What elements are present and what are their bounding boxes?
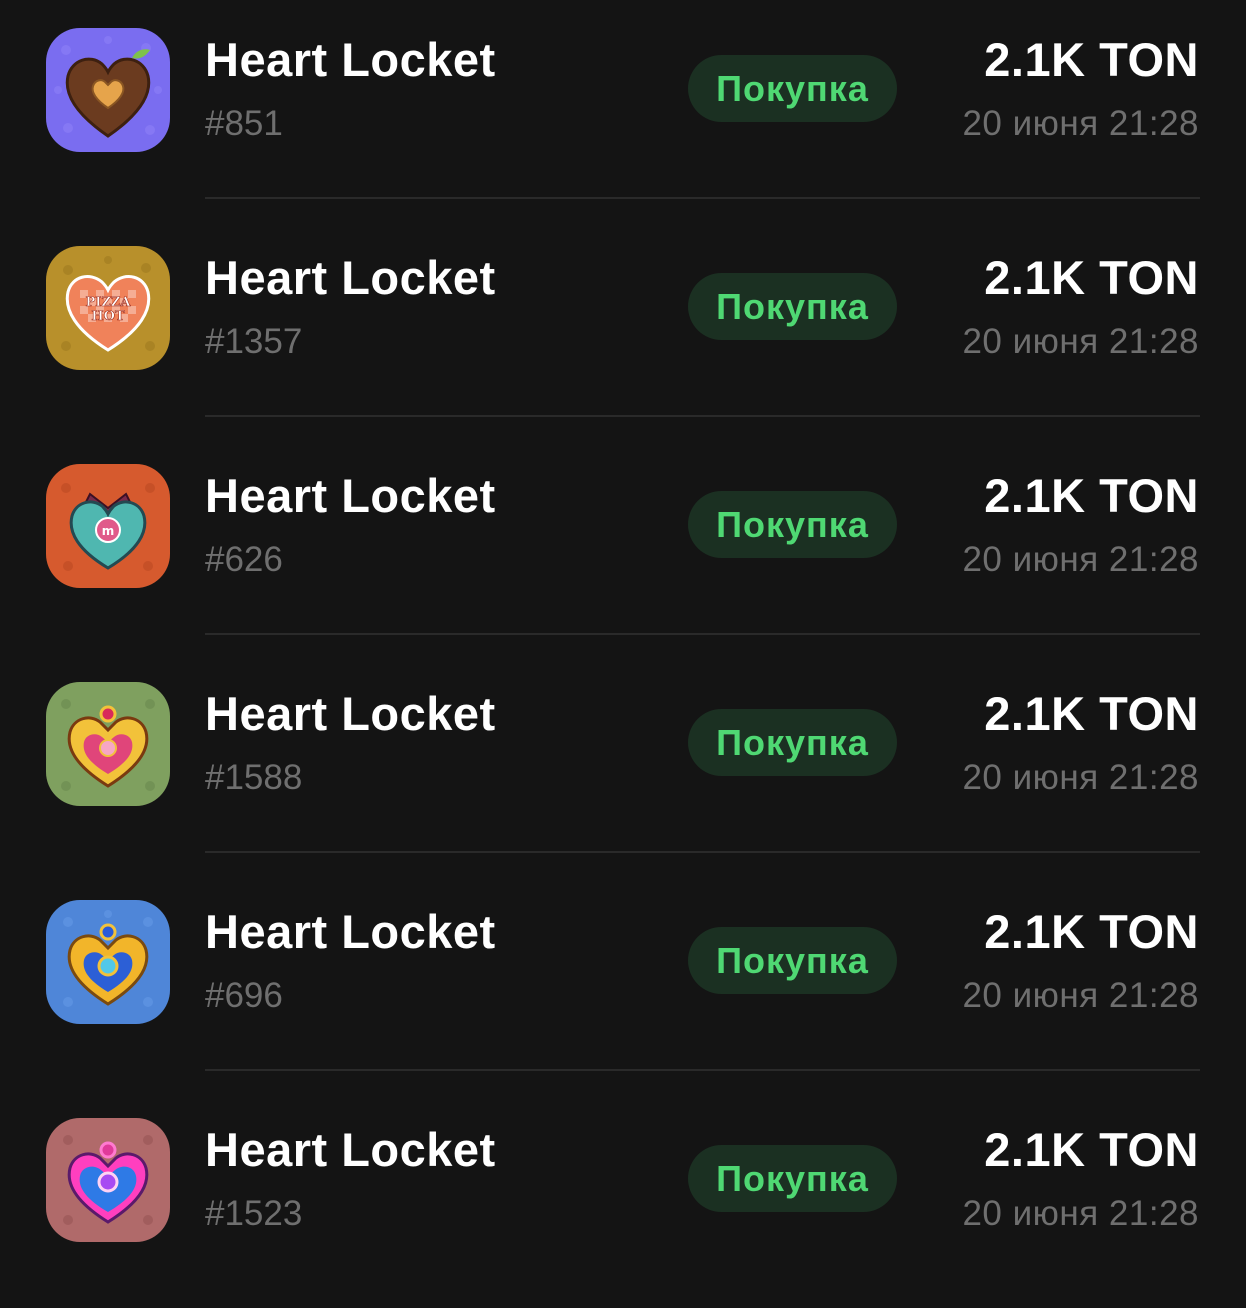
pizza-heart-locket-icon: PIZZA HOT [46, 246, 170, 370]
wooden-heart-locket-icon [46, 28, 170, 152]
pink-gold-heart-locket-icon [46, 682, 170, 806]
transaction-date: 20 июня 21:28 [962, 104, 1199, 143]
purchase-badge[interactable]: Покупка [688, 55, 897, 122]
gift-number: #626 [205, 540, 283, 579]
svg-text:HOT: HOT [91, 309, 125, 324]
price-amount: 2.1K TON [984, 687, 1199, 740]
row-divider [205, 197, 1200, 199]
gift-title: Heart Locket [205, 33, 496, 86]
purchase-badge[interactable]: Покупка [688, 273, 897, 340]
blue-gold-heart-locket-icon [46, 900, 170, 1024]
transaction-date: 20 июня 21:28 [962, 976, 1199, 1015]
row-divider [205, 633, 1200, 635]
gift-number: #1357 [205, 322, 303, 361]
gift-title: Heart Locket [205, 687, 496, 740]
gift-title: Heart Locket [205, 469, 496, 522]
purchase-badge[interactable]: Покупка [688, 491, 897, 558]
gift-number: #1523 [205, 1194, 303, 1233]
price-amount: 2.1K TON [984, 469, 1199, 522]
gift-title: Heart Locket [205, 251, 496, 304]
transaction-row[interactable]: PIZZA HOT Heart Locket #1357 Покупка 2.1… [0, 218, 1246, 436]
row-divider [205, 415, 1200, 417]
price-amount: 2.1K TON [984, 33, 1199, 86]
svg-text:PIZZA: PIZZA [86, 295, 132, 310]
purchase-badge[interactable]: Покупка [688, 709, 897, 776]
neon-heart-locket-icon [46, 1118, 170, 1242]
svg-text:m: m [102, 524, 115, 538]
teal-heart-locket-icon: m [46, 464, 170, 588]
row-divider [205, 1069, 1200, 1071]
row-divider [205, 851, 1200, 853]
transaction-date: 20 июня 21:28 [962, 758, 1199, 797]
price-amount: 2.1K TON [984, 905, 1199, 958]
transaction-date: 20 июня 21:28 [962, 322, 1199, 361]
transaction-date: 20 июня 21:28 [962, 540, 1199, 579]
transaction-list: Heart Locket #851 Покупка 2.1K TON 20 ию… [0, 0, 1246, 1280]
transaction-row[interactable]: Heart Locket #851 Покупка 2.1K TON 20 ию… [0, 0, 1246, 218]
gift-title: Heart Locket [205, 905, 496, 958]
price-amount: 2.1K TON [984, 251, 1199, 304]
gift-number: #1588 [205, 758, 303, 797]
transaction-row[interactable]: m Heart Locket #626 Покупка 2.1K TON 20 … [0, 436, 1246, 654]
transaction-row[interactable]: Heart Locket #1588 Покупка 2.1K TON 20 и… [0, 654, 1246, 872]
transaction-date: 20 июня 21:28 [962, 1194, 1199, 1233]
transaction-row[interactable]: Heart Locket #696 Покупка 2.1K TON 20 ию… [0, 872, 1246, 1090]
price-amount: 2.1K TON [984, 1123, 1199, 1176]
purchase-badge[interactable]: Покупка [688, 927, 897, 994]
gift-number: #696 [205, 976, 283, 1015]
transaction-row[interactable]: Heart Locket #1523 Покупка 2.1K TON 20 и… [0, 1090, 1246, 1308]
purchase-badge[interactable]: Покупка [688, 1145, 897, 1212]
gift-number: #851 [205, 104, 283, 143]
gift-title: Heart Locket [205, 1123, 496, 1176]
